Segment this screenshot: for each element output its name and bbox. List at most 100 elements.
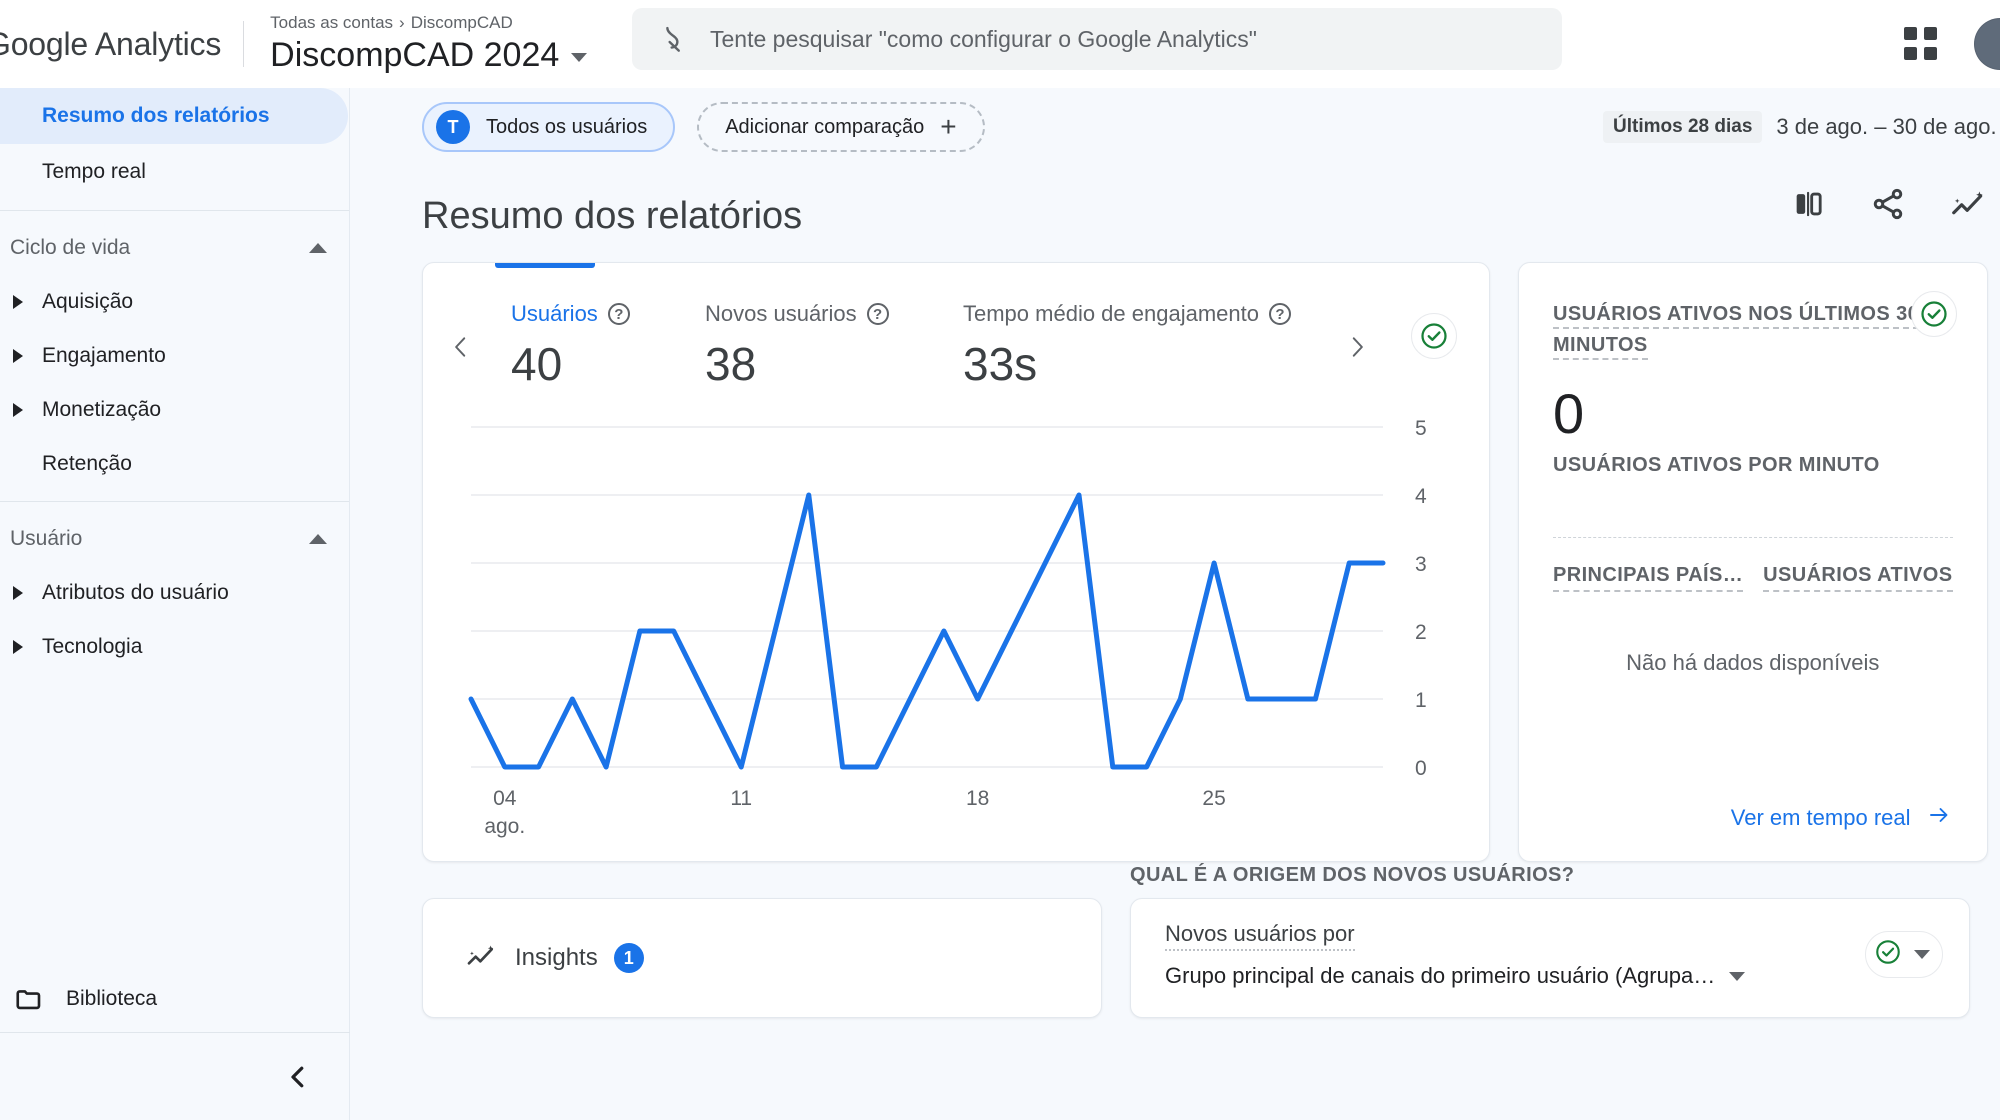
brand-logo[interactable]: Google Analytics [0, 26, 221, 63]
breadcrumb-root: Todas as contas [270, 13, 393, 32]
sidebar-item-acquisition[interactable]: Aquisição [0, 275, 349, 329]
metric-label: Tempo médio de engajamento [963, 301, 1259, 327]
help-icon[interactable]: ? [1269, 303, 1291, 325]
insights-sparkle-icon [465, 940, 497, 977]
comparison-controls: T Todos os usuários Adicionar comparação… [350, 88, 2000, 166]
arrow-right-icon [1925, 803, 1953, 833]
chevron-right-icon [10, 403, 26, 417]
metric-label-row: Usuários ? [511, 301, 630, 327]
metrics-prev-button[interactable] [441, 327, 481, 367]
sidebar-group-user[interactable]: Usuário [0, 512, 349, 566]
check-circle-icon[interactable] [1911, 291, 1957, 337]
metric-new-users[interactable]: Novos usuários ? 38 [705, 301, 889, 391]
column-header-country[interactable]: PRINCIPAIS PAÍS… [1553, 564, 1743, 592]
page-header: Resumo dos relatórios [350, 166, 2000, 252]
sidebar-item-label: Engajamento [42, 344, 166, 368]
compare-view-icon[interactable] [1788, 184, 1828, 224]
metric-tabs: Usuários ? 40 Novos usuários ? 38 [423, 263, 1489, 393]
sidebar-item-label: Biblioteca [66, 987, 157, 1011]
origin-dimension-label: Grupo principal de canais do primeiro us… [1165, 963, 1715, 989]
folder-icon [14, 984, 44, 1014]
realtime-empty-state: Não há dados disponíveis [1519, 650, 1987, 676]
column-header-active-users[interactable]: USUÁRIOS ATIVOS [1763, 564, 1952, 592]
metric-label: Novos usuários [705, 301, 857, 327]
metric-value: 40 [511, 337, 630, 391]
apps-grid-icon[interactable] [1904, 27, 1938, 61]
sidebar-item-realtime[interactable]: Tempo real [0, 144, 349, 200]
sidebar-item-user-attributes[interactable]: Atributos do usuário [0, 566, 349, 620]
svg-text:25: 25 [1202, 787, 1225, 810]
insights-card[interactable]: Insights 1 [422, 898, 1102, 1018]
google-analytics-app: Google Analytics Todas as contas › Discomp… [0, 0, 2000, 1120]
help-icon[interactable]: ? [867, 303, 889, 325]
realtime-header: USUÁRIOS ATIVOS NOS ÚLTIMOS 30 MINUTOS 0… [1519, 263, 1987, 477]
sidebar-item-technology[interactable]: Tecnologia [0, 620, 349, 674]
svg-text:5: 5 [1415, 417, 1427, 440]
svg-text:0: 0 [1415, 757, 1427, 780]
metrics-next-button[interactable] [1337, 327, 1377, 367]
insights-count-badge: 1 [614, 943, 644, 973]
chevron-right-icon [10, 640, 26, 654]
add-comparison-button[interactable]: Adicionar comparação + [697, 102, 984, 152]
date-preset-badge[interactable]: Últimos 28 dias [1603, 111, 1762, 143]
share-icon[interactable] [1868, 184, 1908, 224]
property-name: DiscompCAD 2024 [270, 36, 559, 75]
topbar-right-actions [1904, 0, 2000, 88]
audience-avatar: T [436, 110, 470, 144]
sidebar-footer [0, 1032, 350, 1120]
realtime-subtitle: USUÁRIOS ATIVOS POR MINUTO [1553, 454, 1953, 477]
chevron-right-icon [10, 349, 26, 363]
realtime-card: USUÁRIOS ATIVOS NOS ÚLTIMOS 30 MINUTOS 0… [1518, 262, 1988, 862]
metric-label-row: Novos usuários ? [705, 301, 889, 327]
avatar[interactable] [1974, 18, 2000, 70]
chart-canvas: 01234504111825ago. [423, 393, 1491, 853]
search-placeholder: Tente pesquisar "como configurar o Googl… [710, 26, 1257, 53]
date-range-selector[interactable]: Últimos 28 dias 3 de ago. – 30 de ago. d… [1603, 88, 2000, 166]
audience-chip-all-users[interactable]: T Todos os usuários [422, 102, 675, 152]
realtime-value: 0 [1553, 381, 1953, 446]
view-realtime-link[interactable]: Ver em tempo real [1731, 803, 1953, 833]
divider [0, 210, 349, 211]
sidebar-item-engagement[interactable]: Engajamento [0, 329, 349, 383]
sidebar-item-label: Aquisição [42, 290, 133, 314]
metric-label: Usuários [511, 301, 598, 327]
top-bar: Google Analytics Todas as contas › Discomp… [0, 0, 2000, 88]
check-circle-icon[interactable] [1411, 313, 1457, 359]
svg-text:1: 1 [1415, 689, 1427, 712]
sidebar-item-label: Retenção [42, 452, 132, 476]
help-icon[interactable]: ? [608, 303, 630, 325]
sidebar-item-retention[interactable]: Retenção [0, 437, 349, 491]
add-comparison-label: Adicionar comparação [725, 116, 924, 139]
sidebar-item-library[interactable]: Biblioteca [0, 970, 350, 1028]
property-selector[interactable]: DiscompCAD 2024 [270, 36, 587, 75]
sidebar-item-label: Monetização [42, 398, 161, 422]
sidebar-group-lifecycle[interactable]: Ciclo de vida [0, 221, 349, 275]
date-range-text[interactable]: 3 de ago. – 30 de ago. de 202 [1776, 114, 2000, 140]
origin-kicker: QUAL É A ORIGEM DOS NOVOS USUÁRIOS? [1130, 864, 1574, 887]
cards-row: Usuários ? 40 Novos usuários ? 38 [350, 252, 2000, 862]
metric-value: 38 [705, 337, 889, 391]
chevron-right-icon [10, 586, 26, 600]
metric-users[interactable]: Usuários ? 40 [511, 301, 630, 391]
sidebar-item-reports-overview[interactable]: Resumo dos relatórios [0, 88, 348, 144]
origin-card-control[interactable] [1865, 931, 1943, 978]
realtime-title: USUÁRIOS ATIVOS NOS ÚLTIMOS 30 MINUTOS [1553, 303, 1919, 360]
search-input[interactable]: Tente pesquisar "como configurar o Googl… [632, 8, 1562, 70]
main-content: T Todos os usuários Adicionar comparação… [350, 88, 2000, 1120]
users-line-chart[interactable]: 01234504111825ago. [423, 393, 1491, 853]
breadcrumb-separator: › [399, 13, 405, 32]
metric-avg-engagement-time[interactable]: Tempo médio de engajamento ? 33s [963, 301, 1291, 391]
metric-value: 33s [963, 337, 1291, 391]
sidebar-item-label: Atributos do usuário [42, 581, 229, 605]
sidebar-item-monetization[interactable]: Monetização [0, 383, 349, 437]
active-tab-indicator [495, 263, 595, 268]
origin-metric-label[interactable]: Novos usuários por [1165, 921, 1355, 951]
account-selector[interactable]: Todas as contas›DiscompCAD DiscompCAD 20… [270, 13, 587, 75]
chevron-left-icon[interactable] [276, 1055, 320, 1099]
metric-label-row: Tempo médio de engajamento ? [963, 301, 1291, 327]
insights-sparkle-icon[interactable] [1948, 184, 1988, 224]
divider [0, 501, 349, 502]
origin-dimension-row[interactable]: Grupo principal de canais do primeiro us… [1165, 963, 1935, 989]
chevron-down-icon [1729, 972, 1745, 981]
svg-text:18: 18 [966, 787, 989, 810]
